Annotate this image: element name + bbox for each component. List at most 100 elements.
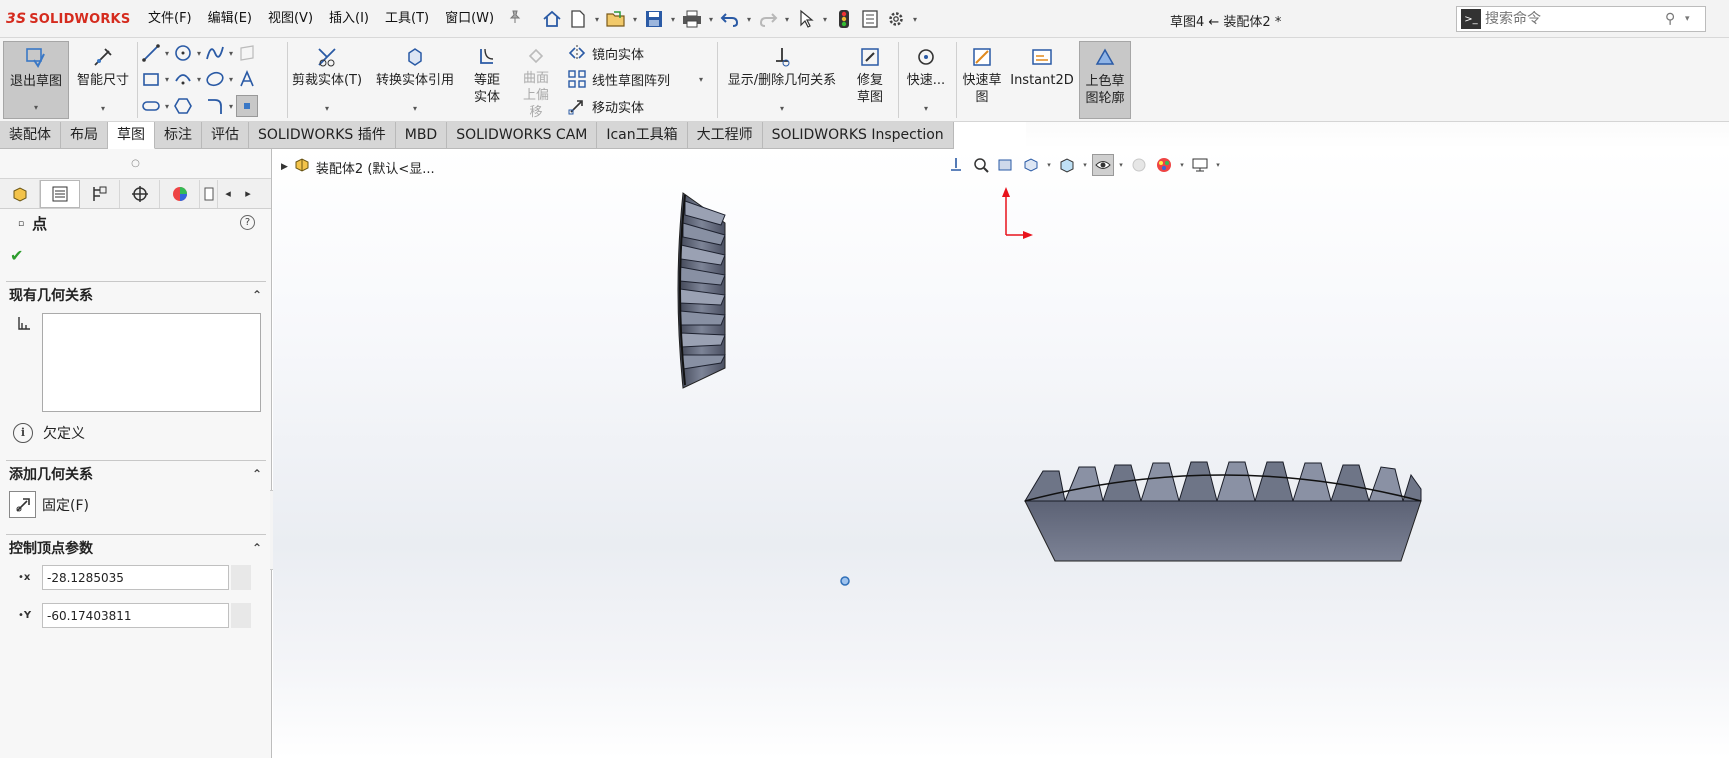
quick-snaps-dropdown-icon[interactable]: ▾: [924, 100, 928, 117]
menu-edit[interactable]: 编辑(E): [200, 7, 260, 31]
menu-file[interactable]: 文件(F): [140, 7, 200, 31]
rapid-sketch-button[interactable]: 快速草图: [958, 41, 1006, 119]
spline-dropdown-icon[interactable]: ▾: [226, 49, 236, 58]
y-spin-button[interactable]: [231, 603, 251, 628]
vertex-params-header[interactable]: 控制顶点参数 ⌃: [6, 534, 266, 560]
pinion-gear[interactable]: [677, 192, 726, 389]
circle-icon[interactable]: [172, 42, 194, 64]
search-commands[interactable]: >_ ⚲ ▾: [1456, 6, 1706, 32]
new-dropdown-icon[interactable]: ▾: [592, 15, 602, 24]
ellipse-icon[interactable]: [204, 68, 226, 90]
instant2d-button[interactable]: Instant2D: [1010, 41, 1074, 119]
home-icon[interactable]: [540, 7, 564, 31]
search-icon[interactable]: ⚲: [1665, 11, 1685, 27]
rectangle-icon[interactable]: [140, 68, 162, 90]
tab-mbd[interactable]: MBD: [395, 122, 448, 149]
open-folder-icon[interactable]: [604, 7, 628, 31]
rebuild-traffic-light-icon[interactable]: [832, 7, 856, 31]
tab-solidworks-addins[interactable]: SOLIDWORKS 插件: [249, 122, 396, 149]
tab-assembly[interactable]: 装配体: [0, 122, 61, 149]
exit-sketch-dropdown-icon[interactable]: ▾: [34, 99, 38, 116]
collapse-chevron-icon[interactable]: ⌃: [252, 288, 262, 302]
select-dropdown-icon[interactable]: ▾: [820, 15, 830, 24]
shaded-sketch-contours-button[interactable]: 上色草图轮廓: [1079, 41, 1131, 119]
x-coordinate-input[interactable]: [42, 565, 229, 590]
tab-ican-toolbox[interactable]: Ican工具箱: [597, 122, 688, 149]
tab-layout[interactable]: 布局: [61, 122, 108, 149]
scroll-tabs-left-icon[interactable]: ◂: [218, 187, 238, 200]
rectangle-dropdown-icon[interactable]: ▾: [162, 75, 172, 84]
plane-icon[interactable]: [236, 42, 258, 64]
spline-icon[interactable]: [204, 42, 226, 64]
file-properties-icon[interactable]: [858, 7, 882, 31]
menu-tools[interactable]: 工具(T): [377, 7, 437, 31]
redo-dropdown-icon[interactable]: ▾: [782, 15, 792, 24]
ok-checkmark-icon[interactable]: ✔: [10, 246, 23, 265]
line-dropdown-icon[interactable]: ▾: [162, 49, 172, 58]
display-delete-relations-button[interactable]: 显示/删除几何关系 ▾: [720, 41, 844, 119]
existing-relations-header[interactable]: 现有几何关系 ⌃: [6, 281, 266, 307]
solidworks-logo[interactable]: 3S SOLIDWORKS: [6, 9, 130, 29]
display-manager-tab[interactable]: [160, 179, 200, 208]
featuremanager-tab[interactable]: [0, 179, 40, 208]
slot-icon[interactable]: [140, 95, 162, 117]
convert-dropdown-icon[interactable]: ▾: [413, 100, 417, 117]
tab-evaluate[interactable]: 评估: [202, 122, 249, 149]
repair-sketch-button[interactable]: 修复草图: [848, 41, 892, 119]
exit-sketch-button[interactable]: 退出草图 ▾: [3, 41, 69, 119]
offset-entities-button[interactable]: 等距实体: [465, 41, 509, 119]
print-icon[interactable]: [680, 7, 704, 31]
fillet-dropdown-icon[interactable]: ▾: [226, 102, 236, 111]
collapse-chevron-icon[interactable]: ⌃: [252, 541, 262, 555]
polygon-icon[interactable]: [172, 95, 194, 117]
bevel-gear[interactable]: [1024, 461, 1422, 562]
smart-dimension-dropdown-icon[interactable]: ▾: [101, 100, 105, 117]
add-relations-header[interactable]: 添加几何关系 ⌃: [6, 460, 266, 486]
relations-dropdown-icon[interactable]: ▾: [780, 100, 784, 117]
menu-window[interactable]: 窗口(W): [437, 7, 502, 31]
move-entities-button[interactable]: 移动实体: [566, 94, 644, 118]
options-gear-icon[interactable]: [884, 7, 908, 31]
slot-dropdown-icon[interactable]: ▾: [162, 102, 172, 111]
mirror-entities-button[interactable]: 镜向实体: [566, 41, 644, 65]
y-coordinate-input[interactable]: [42, 603, 229, 628]
more-tabs-icon[interactable]: [200, 179, 218, 208]
search-dropdown-icon[interactable]: ▾: [1685, 14, 1699, 24]
undo-dropdown-icon[interactable]: ▾: [744, 15, 754, 24]
tab-sketch[interactable]: 草图: [108, 122, 155, 149]
collapse-chevron-icon[interactable]: ⌃: [252, 467, 262, 481]
pattern-dropdown-icon[interactable]: ▾: [696, 75, 706, 84]
menu-insert[interactable]: 插入(I): [321, 7, 377, 31]
select-cursor-icon[interactable]: [794, 7, 818, 31]
sketch-point[interactable]: [840, 576, 850, 586]
undo-icon[interactable]: [718, 7, 742, 31]
graphics-area[interactable]: ▶ 装配体2 (默认<显... ▾ ▾ ▾ ▾ ▾: [273, 149, 1729, 758]
tab-markup[interactable]: 标注: [155, 122, 202, 149]
open-dropdown-icon[interactable]: ▾: [630, 15, 640, 24]
search-input[interactable]: [1485, 11, 1665, 27]
fix-relation-button[interactable]: 固定(F): [9, 491, 89, 518]
pin-menu-icon[interactable]: [502, 10, 528, 28]
tab-solidworks-inspection[interactable]: SOLIDWORKS Inspection: [762, 122, 954, 149]
offset-on-surface-button[interactable]: 曲面上偏移: [514, 41, 558, 120]
ellipse-dropdown-icon[interactable]: ▾: [226, 75, 236, 84]
tab-solidworks-cam[interactable]: SOLIDWORKS CAM: [447, 122, 598, 149]
fillet-icon[interactable]: [204, 95, 226, 117]
save-dropdown-icon[interactable]: ▾: [668, 15, 678, 24]
circle-dropdown-icon[interactable]: ▾: [194, 49, 204, 58]
convert-entities-button[interactable]: 转换实体引用 ▾: [370, 41, 460, 119]
scroll-tabs-right-icon[interactable]: ▸: [238, 187, 258, 200]
redo-icon[interactable]: [756, 7, 780, 31]
trim-entities-button[interactable]: 剪裁实体(T) ▾: [290, 41, 364, 119]
configurationmanager-tab[interactable]: [80, 179, 120, 208]
menu-view[interactable]: 视图(V): [260, 7, 321, 31]
line-icon[interactable]: [140, 42, 162, 64]
linear-pattern-button[interactable]: 线性草图阵列 ▾: [566, 67, 706, 91]
help-icon[interactable]: ?: [240, 215, 255, 230]
arc-dropdown-icon[interactable]: ▾: [194, 75, 204, 84]
save-icon[interactable]: [642, 7, 666, 31]
print-dropdown-icon[interactable]: ▾: [706, 15, 716, 24]
existing-relations-list[interactable]: [42, 313, 261, 412]
propertymanager-tab[interactable]: [40, 179, 80, 208]
panel-collapse-handle[interactable]: ○: [0, 149, 271, 179]
